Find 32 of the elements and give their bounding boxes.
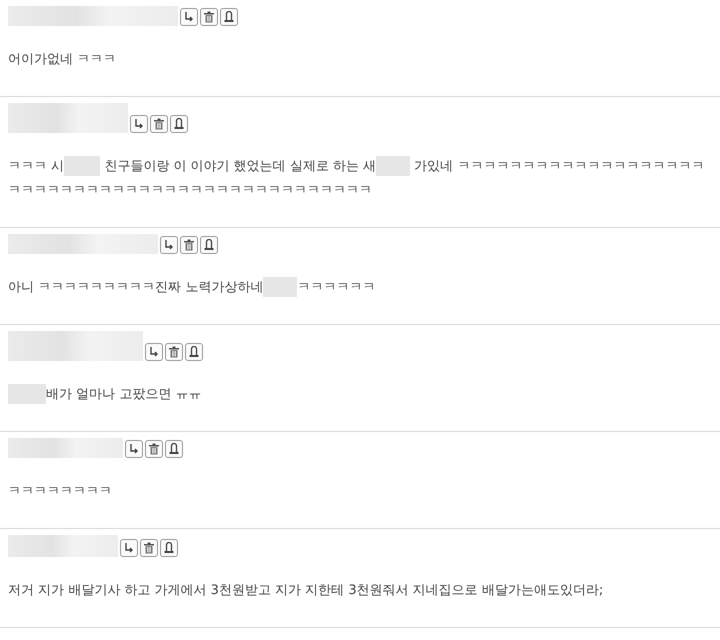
comment-text: ㅋㅋㅋㅋㅋㅋㅋㅋㅋㅋㅋㅋㅋㅋㅋㅋㅋㅋㅋㅋㅋㅋㅋㅋㅋㅋㅋㅋ	[8, 183, 372, 198]
comment-text: 어이가없네 ㅋㅋㅋ	[8, 52, 116, 67]
reply-icon[interactable]	[145, 343, 163, 361]
delete-icon[interactable]	[150, 115, 168, 133]
comment-text: 친구들이랑 이 이야기 했었는데 실제로 하는 새	[103, 159, 376, 174]
delete-icon[interactable]	[200, 8, 218, 26]
comment-text: 배가 얼마나 고팠으면 ㅠㅠ	[46, 387, 202, 402]
delete-icon[interactable]	[180, 236, 198, 254]
blurred-text	[8, 384, 46, 404]
delete-icon[interactable]	[140, 539, 158, 557]
report-icon[interactable]	[200, 236, 218, 254]
comment-text: 저거 지가 배달기사 하고 가게에서 3천원받고 지가 지한테 3천원줘서 지네집으로 배달가는애도있더라;	[8, 583, 604, 598]
report-icon[interactable]	[165, 440, 183, 458]
report-icon[interactable]	[170, 115, 188, 133]
delete-icon[interactable]	[165, 343, 183, 361]
comment-text: 아니 ㅋㅋㅋㅋㅋㅋㅋㅋㅋ진짜 노력가상하네	[8, 280, 264, 295]
reply-icon[interactable]	[160, 236, 178, 254]
comment-text: 가있네 ㅋㅋㅋㅋㅋㅋㅋㅋㅋㅋㅋㅋㅋㅋㅋㅋㅋㅋㅋ	[413, 159, 704, 174]
reply-icon[interactable]	[120, 539, 138, 557]
delete-icon[interactable]	[145, 440, 163, 458]
comment-text: ㅋㅋㅋㅋㅋㅋ	[297, 280, 376, 295]
blurred-text	[263, 277, 298, 298]
reply-icon[interactable]	[180, 8, 198, 26]
blurred-text	[64, 156, 100, 176]
report-icon[interactable]	[160, 539, 178, 557]
reply-icon[interactable]	[130, 115, 148, 133]
reply-icon[interactable]	[125, 440, 143, 458]
report-icon[interactable]	[220, 8, 238, 26]
comment-text: ㅋㅋㅋ 시	[8, 159, 64, 174]
comment-text: ㅋㅋㅋㅋㅋㅋㅋㅋ	[8, 484, 112, 499]
blurred-text	[376, 156, 410, 176]
report-icon[interactable]	[185, 343, 203, 361]
